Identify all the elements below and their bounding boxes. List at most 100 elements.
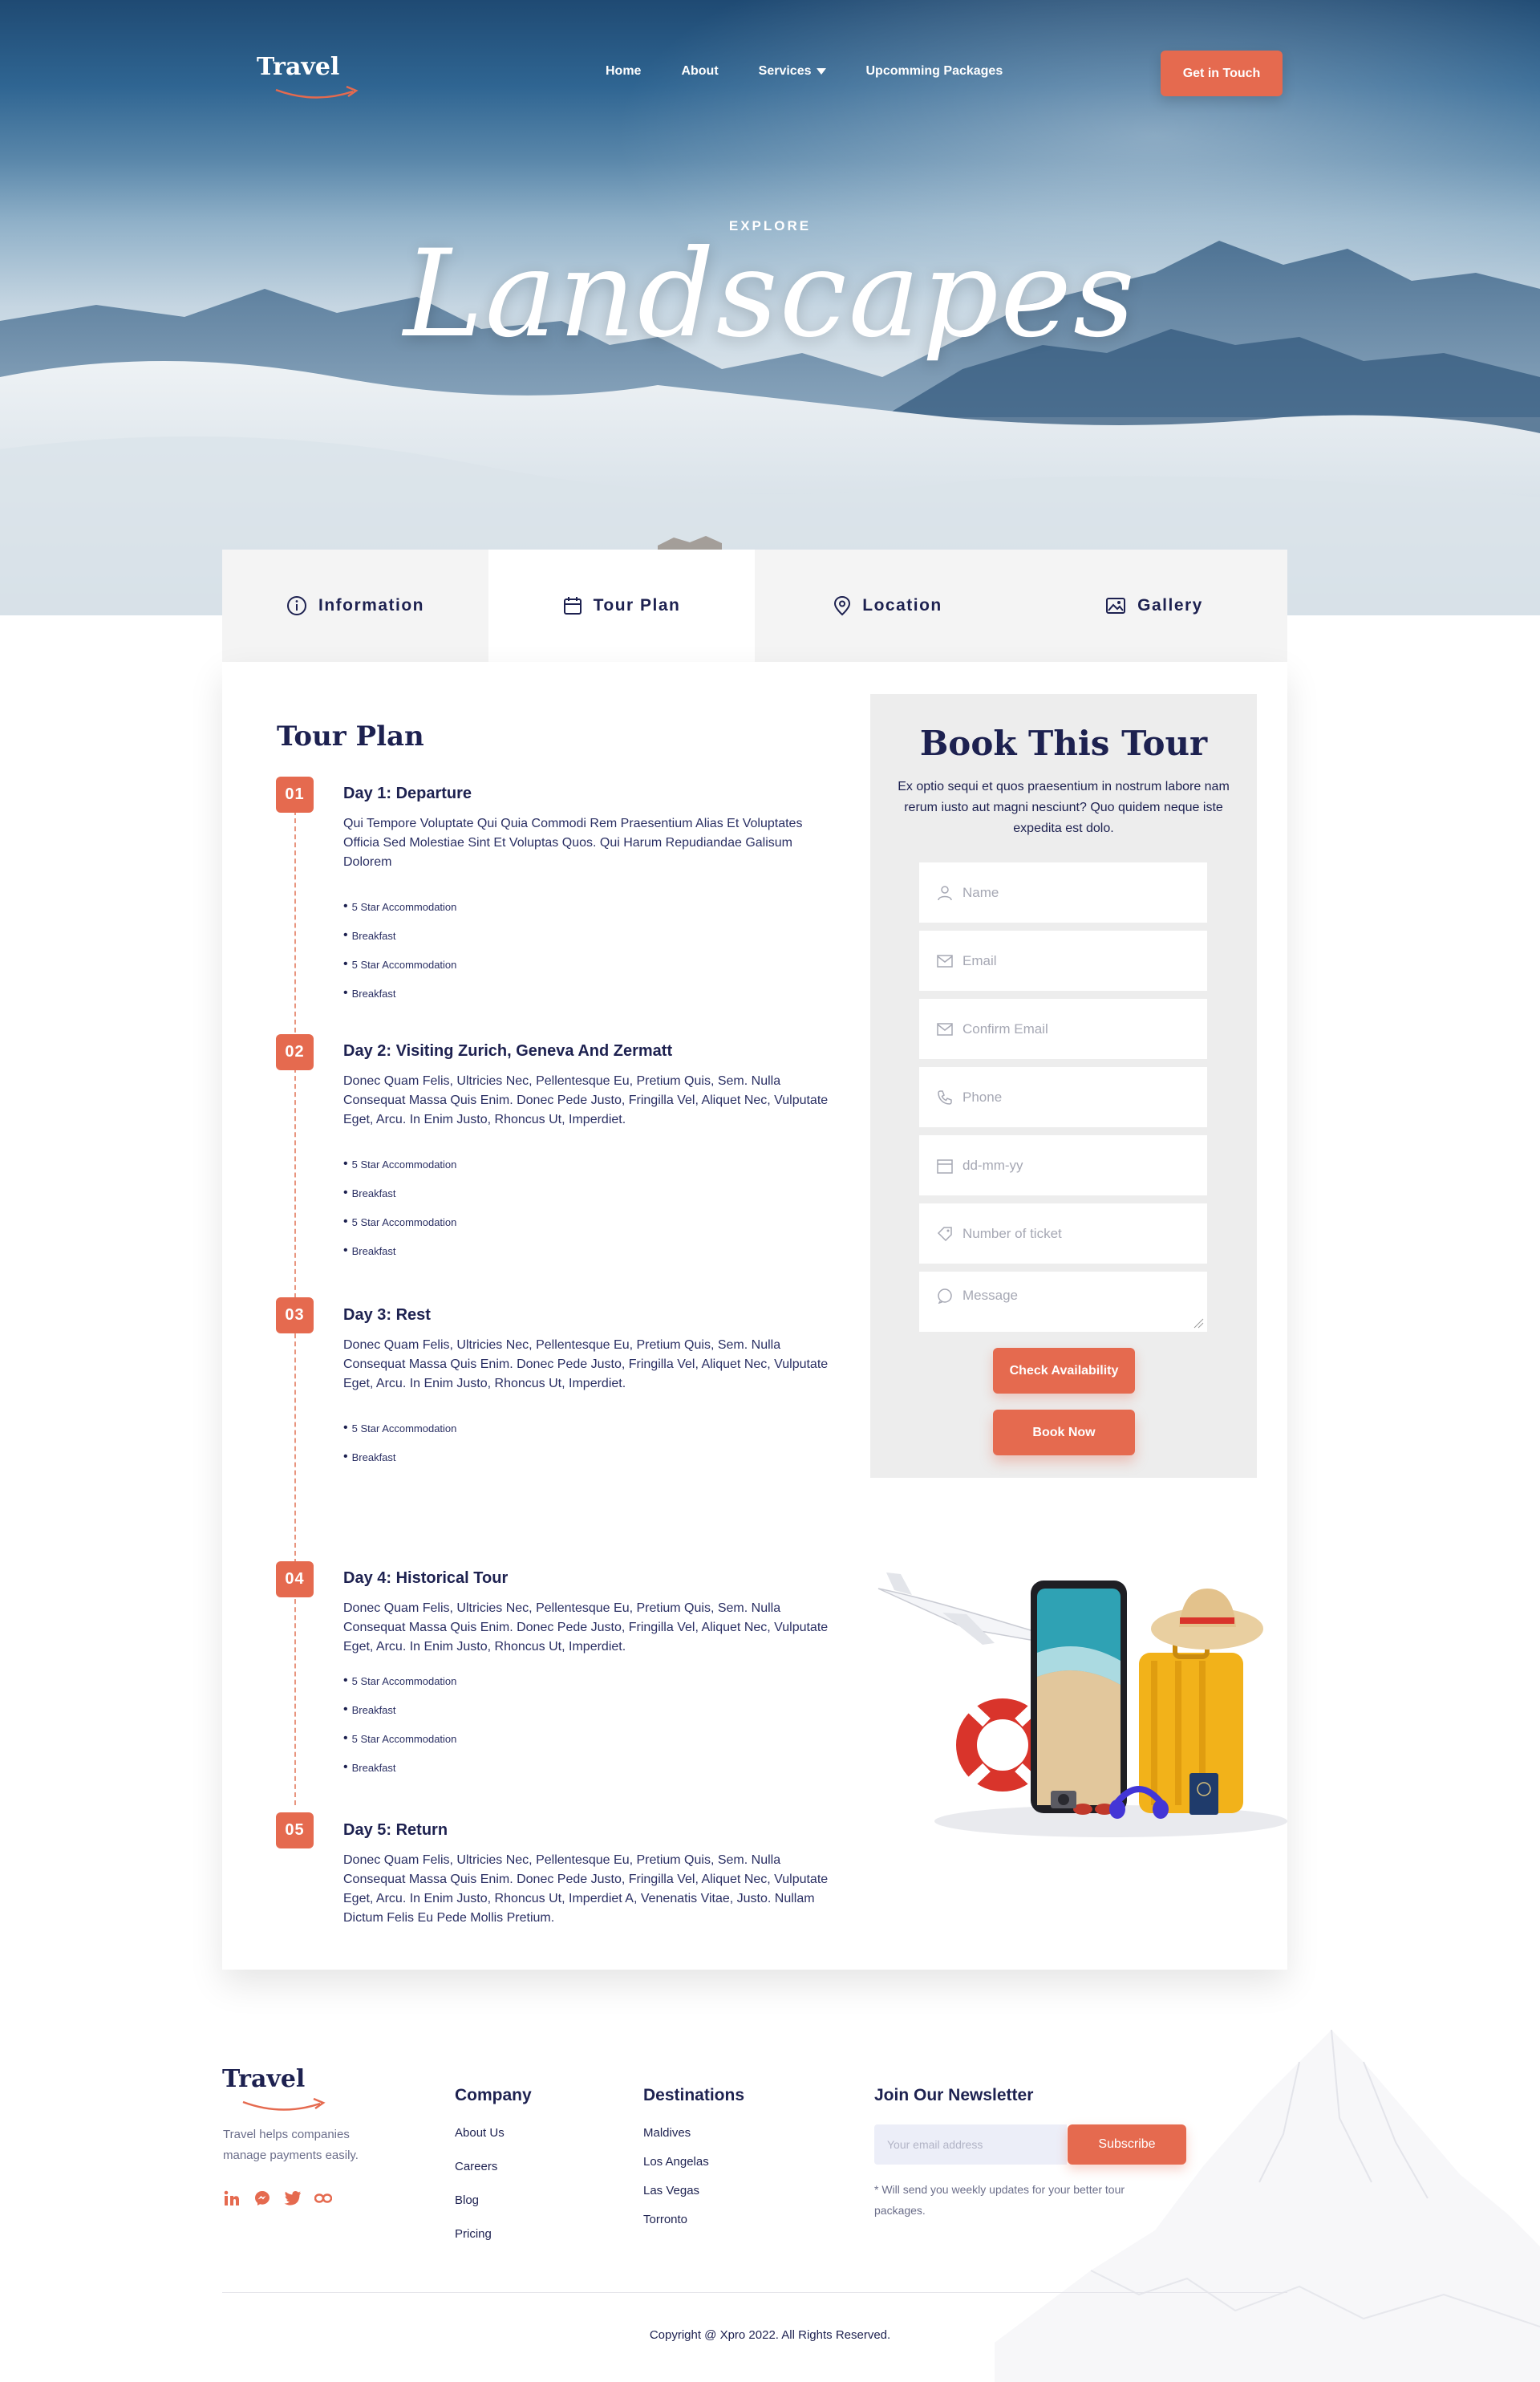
- day-badge: 02: [276, 1034, 314, 1070]
- day-title: Day 3: Rest: [343, 1306, 431, 1324]
- ticket-icon: [937, 1226, 952, 1241]
- tab-location[interactable]: Location: [755, 550, 1021, 662]
- footer-logo-text: Travel: [222, 2065, 306, 2093]
- newsletter-title: Join Our Newsletter: [874, 2086, 1034, 2104]
- confirm-email-field[interactable]: Confirm Email: [919, 999, 1207, 1059]
- footer-tagline: Travel helps companies manage payments e…: [223, 2128, 359, 2162]
- book-now-button[interactable]: Book Now: [993, 1410, 1135, 1455]
- get-in-touch-button[interactable]: Get in Touch: [1161, 51, 1283, 96]
- day-title: Day 4: Historical Tour: [343, 1569, 509, 1587]
- mail-icon: [937, 954, 953, 968]
- list-item: 5 Star Accommodation: [343, 1414, 457, 1443]
- logo-text: Travel: [257, 53, 340, 81]
- hero-banner: Travel Home About Services Upcomming Pac…: [0, 0, 1540, 615]
- newsletter-note: * Will send you weekly updates for your …: [874, 2183, 1125, 2217]
- main-nav: Home About Services Upcomming Packages: [606, 64, 1043, 79]
- list-item: 5 Star Accommodation: [343, 1150, 457, 1179]
- footer-company-links: About Us Careers Blog Pricing: [455, 2118, 505, 2248]
- day-description: Donec Quam Felis, Ultricies Nec, Pellent…: [343, 1601, 829, 1654]
- list-item: 5 Star Accommodation: [343, 892, 457, 921]
- hero-title: Landscapes: [403, 225, 1137, 364]
- logo-swoosh-icon: [242, 2097, 326, 2111]
- chat-icon: [938, 1288, 952, 1304]
- email-placeholder: Email: [962, 952, 997, 968]
- copyright-text: Copyright @ Xpro 2022. All Rights Reserv…: [649, 2328, 891, 2342]
- footer-link-los-angelas[interactable]: Los Angelas: [643, 2147, 709, 2176]
- booking-subtitle: Ex optio sequi et quos praesentium in no…: [898, 780, 1230, 835]
- list-item: Breakfast: [343, 1179, 456, 1207]
- nav-services[interactable]: Services: [759, 64, 826, 79]
- day-title: Day 5: Return: [343, 1821, 448, 1839]
- date-placeholder: dd-mm-yy: [962, 1157, 1023, 1173]
- date-field[interactable]: dd-mm-yy: [919, 1135, 1207, 1195]
- map-pin-icon: [834, 595, 851, 616]
- list-item: 5 Star Accommodation: [343, 1666, 457, 1695]
- footer-link-about-us[interactable]: About Us: [455, 2118, 505, 2147]
- day-badge: 04: [276, 1561, 314, 1597]
- message-field[interactable]: Message: [919, 1272, 1207, 1332]
- list-item: 5 Star Accommodation: [343, 1724, 457, 1753]
- booking-title: Book This Tour: [919, 724, 1208, 763]
- passport-icon: [1189, 1773, 1218, 1815]
- subscribe-button[interactable]: Subscribe: [1068, 2124, 1186, 2165]
- phone-icon: [938, 1090, 952, 1105]
- name-field[interactable]: Name: [919, 862, 1207, 923]
- tab-gallery[interactable]: Gallery: [1021, 550, 1287, 662]
- tour-tabs: Information Tour Plan Location Gallery: [222, 550, 1287, 662]
- check-availability-button[interactable]: Check Availability: [993, 1348, 1135, 1394]
- sun-hat-icon: [1151, 1589, 1263, 1650]
- footer-link-blog[interactable]: Blog: [455, 2185, 505, 2214]
- nav-upcoming-packages[interactable]: Upcomming Packages: [866, 64, 1003, 79]
- email-field[interactable]: Email: [919, 931, 1207, 991]
- list-item: 5 Star Accommodation: [343, 1207, 457, 1236]
- tab-location-label: Location: [862, 596, 942, 615]
- nav-home[interactable]: Home: [606, 64, 641, 79]
- day-inclusions: 5 Star Accommodation Breakfast 5 Star Ac…: [343, 1666, 457, 1782]
- twitter-icon[interactable]: [284, 2189, 302, 2207]
- travel-essentials-illustration: [877, 1572, 1287, 1837]
- footer-link-careers[interactable]: Careers: [455, 2152, 505, 2181]
- resize-handle-icon[interactable]: [1193, 1317, 1204, 1329]
- day-inclusions: 5 Star Accommodation Breakfast 5 Star Ac…: [343, 892, 457, 1008]
- phone-placeholder: Phone: [962, 1089, 1003, 1105]
- footer-link-pricing[interactable]: Pricing: [455, 2219, 505, 2248]
- list-item: Breakfast: [343, 1236, 456, 1265]
- nav-about[interactable]: About: [681, 64, 718, 79]
- footer-company-title: Company: [455, 2086, 532, 2104]
- footer-logo[interactable]: Travel: [222, 2062, 334, 2118]
- name-placeholder: Name: [962, 884, 999, 900]
- footer-destination-links: Maldives Los Angelas Las Vegas Torronto: [643, 2118, 709, 2234]
- day-badge: 05: [276, 1812, 314, 1848]
- info-icon: [287, 596, 306, 615]
- ticket-placeholder: Number of ticket: [962, 1225, 1062, 1241]
- message-placeholder: Message: [962, 1288, 1018, 1303]
- ticket-count-field[interactable]: Number of ticket: [919, 1203, 1207, 1264]
- footer-link-las-vegas[interactable]: Las Vegas: [643, 2176, 709, 2205]
- list-item: Breakfast: [343, 979, 456, 1008]
- phone-field[interactable]: Phone: [919, 1067, 1207, 1127]
- smartphone-icon: [1031, 1581, 1127, 1813]
- list-item: Breakfast: [343, 1753, 456, 1782]
- day-title: Day 2: Visiting Zurich, Geneva And Zerma…: [343, 1042, 673, 1060]
- day-description: Donec Quam Felis, Ultricies Nec, Pellent…: [343, 1338, 829, 1390]
- tab-information[interactable]: Information: [222, 550, 488, 662]
- day-title: Day 1: Departure: [343, 785, 472, 802]
- tab-information-label: Information: [318, 596, 424, 615]
- linkedin-icon[interactable]: [223, 2189, 241, 2207]
- airplane-icon: [877, 1572, 1039, 1645]
- calendar-icon: [563, 597, 582, 615]
- newsletter-email-input[interactable]: Your email address: [874, 2124, 1067, 2165]
- site-logo[interactable]: Travel: [257, 50, 369, 106]
- user-icon: [938, 885, 952, 900]
- day-badge: 01: [276, 777, 314, 813]
- footer-link-torronto[interactable]: Torronto: [643, 2205, 709, 2234]
- confirm-email-placeholder: Confirm Email: [962, 1021, 1048, 1037]
- footer-divider: [222, 2292, 1287, 2293]
- link-icon[interactable]: [314, 2189, 332, 2207]
- mail-icon: [937, 1022, 953, 1036]
- footer-link-maldives[interactable]: Maldives: [643, 2118, 709, 2147]
- calendar-icon: [937, 1159, 953, 1174]
- messenger-icon[interactable]: [253, 2189, 271, 2207]
- camera-icon: [1051, 1791, 1076, 1808]
- tab-tour-plan[interactable]: Tour Plan: [488, 550, 755, 662]
